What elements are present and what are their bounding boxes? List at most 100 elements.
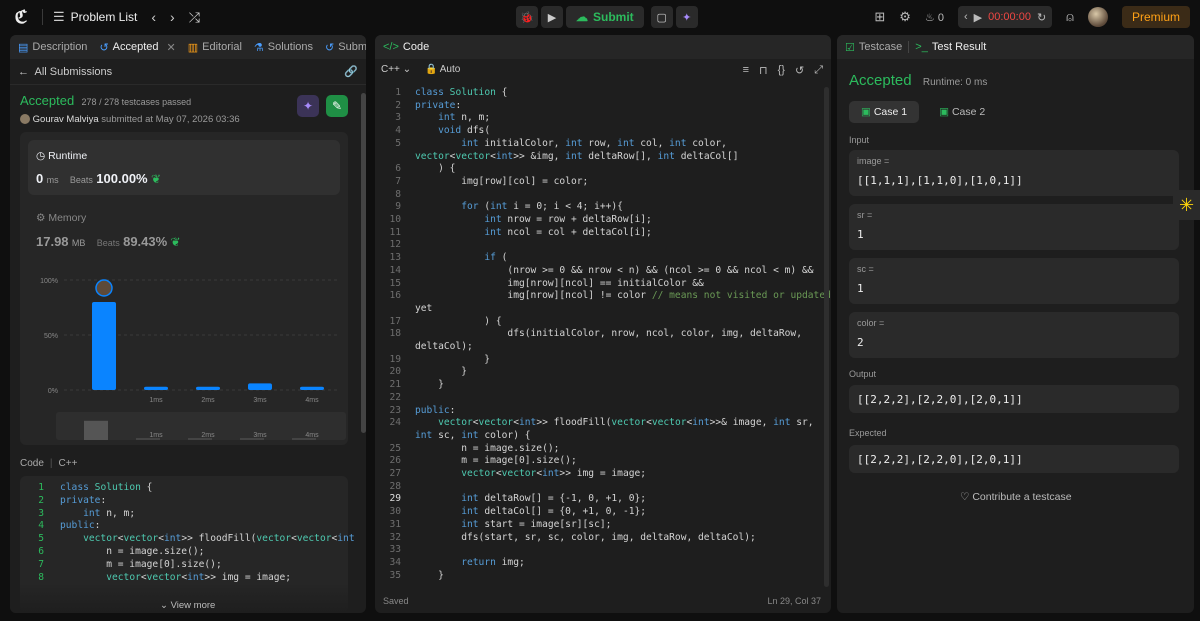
layout-icon[interactable]: ⊞ xyxy=(874,9,885,25)
tab-accepted[interactable]: ↺ Accepted ✕ xyxy=(99,41,175,54)
line-number: 30 xyxy=(389,506,401,518)
param-name: image = xyxy=(857,156,890,166)
code-tab-header: </> Code xyxy=(375,35,831,59)
code-header: Code | C++ xyxy=(20,458,77,469)
runtime-values: 0 ms Beats 100.00% ❦ xyxy=(36,171,161,186)
prev-problem-icon[interactable]: ‹ xyxy=(151,9,156,25)
expected-value: [[2,2,2],[2,2,0],[2,0,1]] xyxy=(857,453,1023,466)
bar xyxy=(92,302,116,390)
notes-icon[interactable]: ▢ xyxy=(650,6,673,28)
tab-description[interactable]: ▤ Description xyxy=(18,41,87,54)
output-label: Output xyxy=(849,369,877,379)
code-icon: </> xyxy=(383,41,399,53)
bookmark-icon[interactable]: ⊓ xyxy=(759,64,768,77)
code-line: } xyxy=(415,569,444,581)
divider xyxy=(908,41,910,53)
braces-icon[interactable]: {} xyxy=(778,64,785,77)
contribute-testcase-button[interactable]: ♡ Contribute a testcase xyxy=(960,491,1072,503)
reset-icon[interactable]: ↻ xyxy=(1037,11,1046,24)
tab-test-result[interactable]: >_ Test Result xyxy=(915,41,986,53)
runtime-card[interactable]: ◷ Runtime 0 ms Beats 100.00% ❦ xyxy=(28,140,340,195)
cloud-upload-icon: ☁ xyxy=(576,10,588,24)
streak[interactable]: ♨ 0 xyxy=(925,11,944,24)
book-icon: ▥ xyxy=(187,41,199,54)
code-line: if ( xyxy=(484,252,508,264)
settings-gear-icon[interactable]: ⚙ xyxy=(899,9,911,25)
memory-values: 17.98 MB Beats 89.43% ❦ xyxy=(36,234,181,249)
left-scrollbar[interactable] xyxy=(361,93,366,433)
auto-mode[interactable]: 🔒 Auto xyxy=(425,64,460,75)
param-value: 2 xyxy=(857,336,864,349)
flask-icon: ⚗ xyxy=(253,41,264,54)
code-editor[interactable]: 1 class Solution {2 private: 3 int n, m; 4 v… xyxy=(375,87,830,587)
back-to-submissions[interactable]: ← All Submissions xyxy=(18,66,112,78)
timer[interactable]: ‹ ▶ 00:00:00 ↻ xyxy=(957,6,1053,28)
submitter-name[interactable]: Gourav Malviya xyxy=(33,114,99,125)
tab-submissions[interactable]: ↺Submission xyxy=(325,41,366,54)
tab-label: Solutions xyxy=(267,41,314,53)
arrow-left-icon: ← xyxy=(18,65,29,78)
shuffle-icon[interactable]: ⤮ xyxy=(189,9,200,26)
code-line: int initialColor, int row, int col, int … xyxy=(461,137,727,149)
edit-notes-button[interactable]: ✎ xyxy=(326,95,348,117)
user-avatar[interactable] xyxy=(1087,7,1108,27)
line-number: 31 xyxy=(389,518,401,530)
result-status: Accepted xyxy=(849,72,912,89)
code-line: int n, m; xyxy=(438,112,491,124)
tab-solutions[interactable]: ⚗ Solutions xyxy=(254,41,313,54)
view-more-button[interactable]: ⌄ View more xyxy=(160,600,215,611)
timer-value: 00:00:00 xyxy=(988,11,1031,23)
close-tab-icon[interactable]: ✕ xyxy=(167,41,176,54)
link-icon[interactable]: 🔗 xyxy=(344,65,358,78)
code-line: img[row][col] = color; xyxy=(415,175,589,187)
editor-toolbar: C++ ⌄ 🔒 Auto xyxy=(381,64,460,75)
language-select[interactable]: C++ ⌄ xyxy=(381,64,411,75)
memory-header[interactable]: ⚙ Memory xyxy=(36,212,86,224)
line-number: 33 xyxy=(389,544,401,556)
ai-sparkle-icon[interactable]: ✦ xyxy=(675,6,698,28)
add-user-icon[interactable]: ⍝ xyxy=(1066,9,1074,25)
runtime-beats: 100.00% xyxy=(96,171,148,186)
code-line: n = image.size(); xyxy=(415,442,560,454)
fullscreen-icon[interactable]: ⤢ xyxy=(814,64,823,77)
input-sc: sc = 1 xyxy=(849,258,1179,304)
format-icon[interactable]: ≡ xyxy=(743,64,749,77)
all-submissions-label: All Submissions xyxy=(34,65,113,78)
case-2-tab[interactable]: ▣ Case 2 xyxy=(927,101,997,123)
line-number: 18 xyxy=(389,328,401,340)
line-number: 4 xyxy=(395,125,401,137)
ai-analyze-button[interactable]: ✦ xyxy=(297,95,319,117)
problem-list-link[interactable]: Problem List xyxy=(71,10,138,24)
next-problem-icon[interactable]: › xyxy=(170,9,175,25)
line-number: 26 xyxy=(389,455,401,467)
tab-code[interactable]: </> Code xyxy=(383,41,429,53)
editor-scrollbar[interactable] xyxy=(824,87,829,587)
expected-box: [[2,2,2],[2,2,0],[2,0,1]] xyxy=(849,445,1179,473)
collapse-icon[interactable]: ‹ xyxy=(964,11,968,23)
tab-testcase[interactable]: ☑ Testcase xyxy=(845,41,902,54)
floating-widget-icon[interactable]: ✳ xyxy=(1173,190,1200,220)
list-icon[interactable]: ☰ xyxy=(53,9,65,25)
leaf-icon: ❦ xyxy=(170,235,181,249)
code-line: ) { xyxy=(415,315,502,327)
code-line: int n, m; xyxy=(83,507,136,519)
test-result-panel: ☑ Testcase >_ Test Result Accepted Runtime… xyxy=(837,35,1194,613)
y-tick-label: 100% xyxy=(40,278,58,285)
leetcode-logo-icon[interactable]: ℭ xyxy=(10,6,32,28)
tab-editorial[interactable]: ▥ Editorial xyxy=(188,41,242,54)
line-number: 27 xyxy=(389,468,401,479)
debug-icon[interactable]: 🐞 xyxy=(516,6,538,28)
run-button[interactable]: ▶ xyxy=(541,6,563,28)
case-1-tab[interactable]: ▣ Case 1 xyxy=(849,101,920,123)
reset-code-icon[interactable]: ↺ xyxy=(795,64,804,77)
code-line: dfs(start, sr, sc, color, img, deltaRow,… xyxy=(415,531,756,543)
runtime-distribution-chart[interactable]: 100% 50% 0% 1ms 2ms 3ms 4ms 1ms 2ms 3ms 4ms xyxy=(20,260,348,470)
line-number: 12 xyxy=(389,239,401,251)
submit-button[interactable]: ☁ Submit xyxy=(566,6,644,28)
code-line: int sc, int color) { xyxy=(415,429,531,441)
play-timer-icon[interactable]: ▶ xyxy=(974,11,982,24)
param-value: [[1,1,1],[1,1,0],[1,0,1]] xyxy=(857,174,1023,187)
line-number: 19 xyxy=(389,353,401,365)
param-name: color = xyxy=(857,318,885,328)
premium-button[interactable]: Premium xyxy=(1121,6,1190,28)
